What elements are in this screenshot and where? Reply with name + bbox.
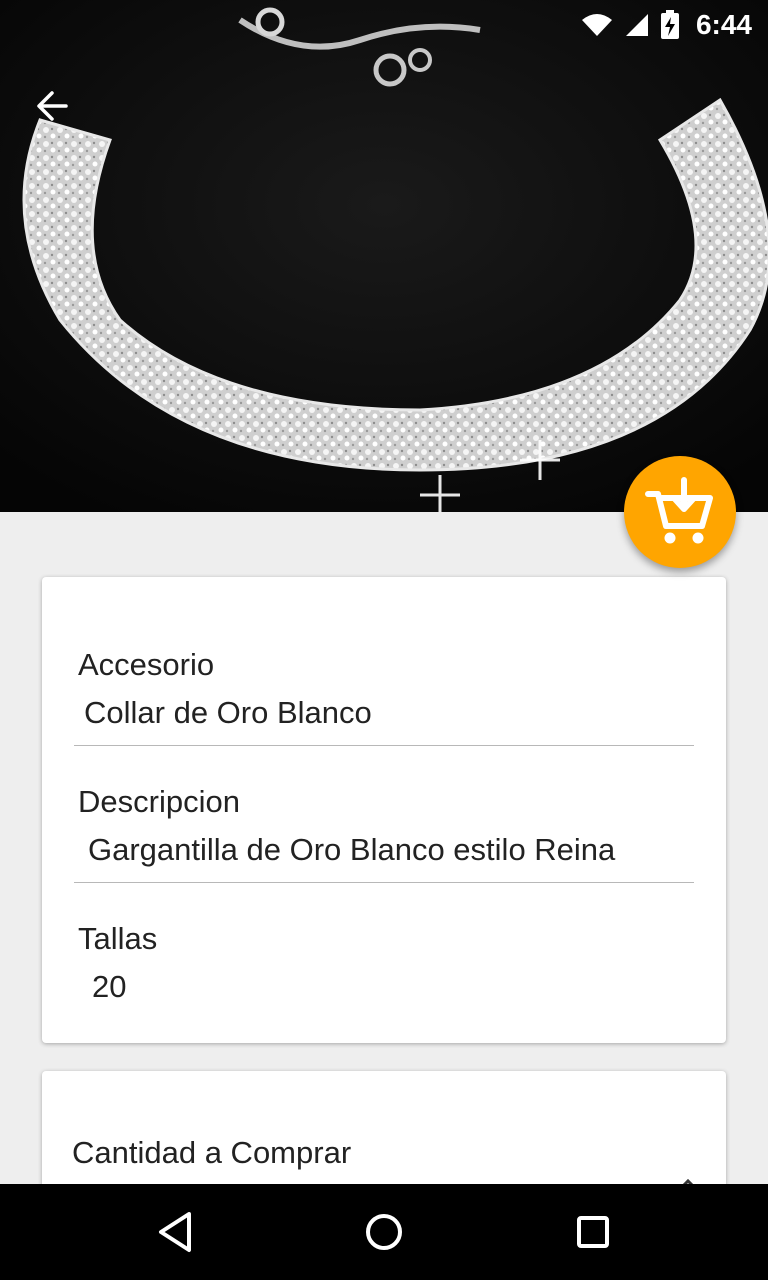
tallas-value: 20 bbox=[92, 969, 127, 1004]
triangle-back-icon bbox=[158, 1212, 191, 1252]
divider bbox=[74, 882, 694, 883]
wifi-icon bbox=[581, 14, 612, 36]
status-bar: 6:44 bbox=[0, 0, 768, 50]
arrow-back-icon bbox=[37, 91, 68, 121]
navigation-bar bbox=[0, 1184, 768, 1280]
product-image bbox=[0, 0, 768, 512]
quantity-label: Cantidad a Comprar bbox=[72, 1135, 352, 1170]
product-details-card: Accesorio Collar de Oro Blanco Descripci… bbox=[42, 577, 726, 1043]
nav-home-button[interactable] bbox=[354, 1202, 414, 1262]
cart-download-icon bbox=[645, 477, 713, 544]
crystal-choker-necklace-image bbox=[0, 0, 768, 512]
square-recents-icon bbox=[577, 1216, 610, 1248]
tallas-label: Tallas bbox=[78, 921, 158, 956]
back-button[interactable] bbox=[22, 80, 82, 132]
status-time: 6:44 bbox=[695, 9, 752, 40]
cell-signal-icon bbox=[625, 14, 648, 36]
add-to-cart-button[interactable] bbox=[624, 456, 736, 568]
circle-home-icon bbox=[365, 1214, 402, 1250]
descripcion-label: Descripcion bbox=[78, 784, 240, 819]
divider bbox=[74, 745, 694, 746]
accesorio-value: Collar de Oro Blanco bbox=[84, 695, 372, 730]
accesorio-label: Accesorio bbox=[78, 647, 215, 682]
battery-charging-icon bbox=[660, 10, 679, 39]
nav-recents-button[interactable] bbox=[563, 1202, 623, 1262]
nav-back-button[interactable] bbox=[145, 1202, 205, 1262]
descripcion-value: Gargantilla de Oro Blanco estilo Reina bbox=[88, 832, 616, 867]
